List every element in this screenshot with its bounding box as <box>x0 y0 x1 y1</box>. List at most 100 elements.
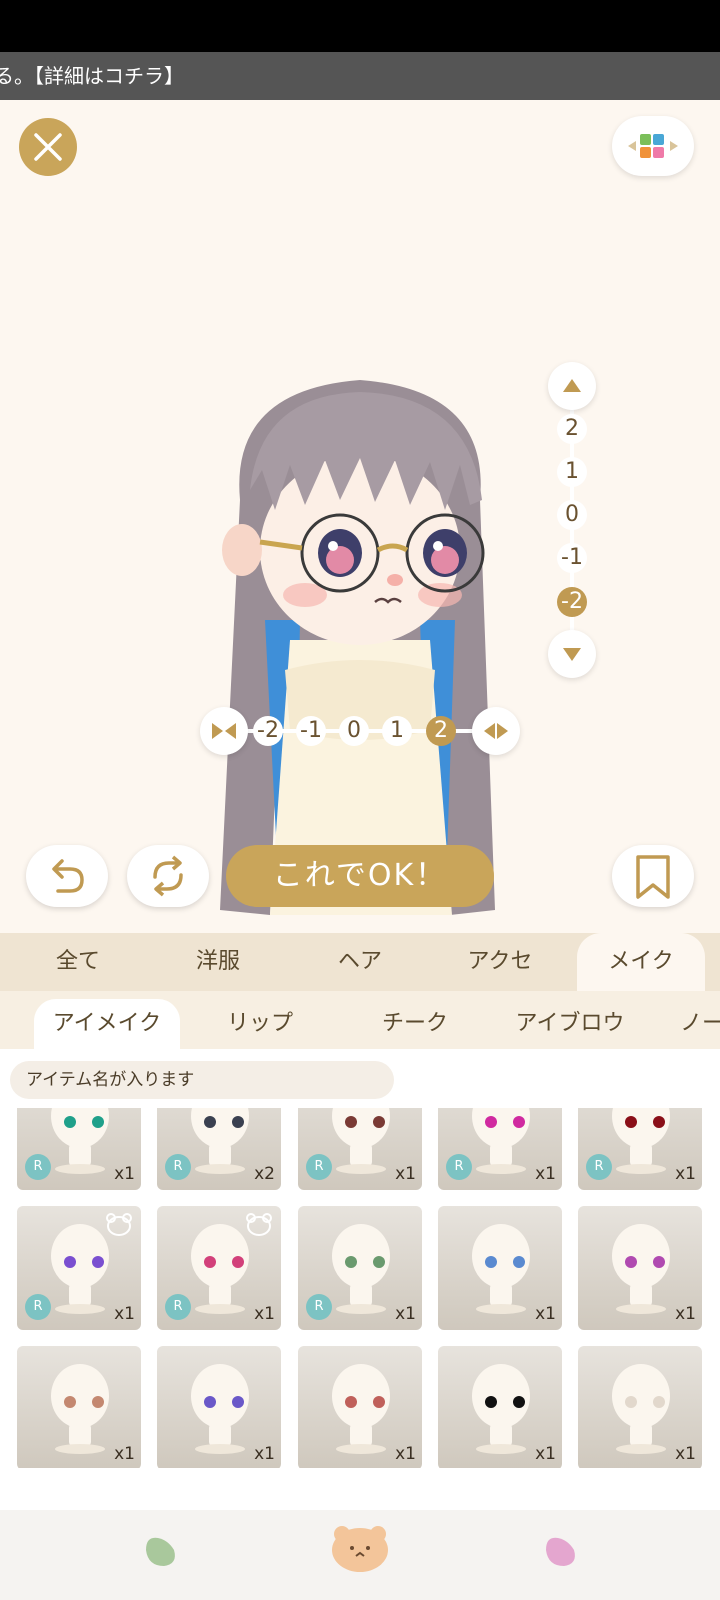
rarity-badge: R <box>306 1154 332 1180</box>
v-tick-1[interactable]: 1 <box>557 457 587 487</box>
item-card[interactable]: x1 <box>438 1206 562 1330</box>
eye-swatch <box>625 1116 637 1128</box>
mannequin-base <box>616 1304 666 1314</box>
green-jellybean-icon[interactable] <box>138 1528 182 1572</box>
tab-makeup[interactable]: メイク <box>577 933 705 991</box>
rarity-badge: R <box>446 1154 472 1180</box>
arrows-inward-icon <box>212 723 236 739</box>
item-card[interactable]: x1 <box>298 1346 422 1468</box>
eye-swatch <box>204 1256 216 1268</box>
mannequin-neck <box>350 1144 372 1166</box>
mannequin-head <box>332 1108 390 1148</box>
eye-swatch <box>373 1256 385 1268</box>
bottom-navigation <box>0 1510 720 1600</box>
item-card[interactable]: Rx1 <box>17 1108 141 1190</box>
bear-outline-icon <box>246 1213 272 1236</box>
mannequin-base <box>616 1164 666 1174</box>
mannequin-neck <box>630 1144 652 1166</box>
item-quantity: x1 <box>114 1164 135 1184</box>
mannequin-base <box>476 1304 526 1314</box>
tab-clothes[interactable]: 洋服 <box>150 933 286 991</box>
item-card[interactable]: Rx1 <box>438 1108 562 1190</box>
arrows-outward-icon <box>484 723 508 739</box>
mannequin-base <box>476 1164 526 1174</box>
mannequin-base <box>336 1164 386 1174</box>
tab-all[interactable]: 全て <box>10 933 146 991</box>
close-button[interactable] <box>19 118 77 176</box>
subtab-eyebrow[interactable]: アイブロウ <box>500 999 640 1049</box>
item-card[interactable]: x1 <box>578 1206 702 1330</box>
mannequin-base <box>195 1444 245 1454</box>
pink-jellybean-icon[interactable] <box>538 1528 582 1572</box>
news-ticker[interactable]: る。【詳細はコチラ】 <box>0 52 720 100</box>
item-quantity: x1 <box>675 1164 696 1184</box>
v-tick-minus-1[interactable]: -1 <box>557 543 587 573</box>
item-card[interactable]: Rx1 <box>17 1206 141 1330</box>
layout-toggle-button[interactable] <box>612 116 694 176</box>
subtab-eye-makeup[interactable]: アイメイク <box>34 999 180 1049</box>
mannequin-neck <box>490 1284 512 1306</box>
mannequin-neck <box>350 1284 372 1306</box>
triangle-down-icon <box>563 648 581 661</box>
narrow-button[interactable] <box>200 707 248 755</box>
mannequin-neck <box>209 1284 231 1306</box>
bookmark-button[interactable] <box>612 845 694 907</box>
mannequin-base <box>195 1164 245 1174</box>
rarity-badge: R <box>165 1294 191 1320</box>
mannequin-base <box>616 1444 666 1454</box>
item-card[interactable]: Rx1 <box>298 1108 422 1190</box>
eye-swatch <box>64 1116 76 1128</box>
horizontal-spacing-slider[interactable]: -2 -1 0 1 2 <box>200 707 522 755</box>
bear-outline-icon <box>106 1213 132 1236</box>
eye-swatch <box>485 1396 497 1408</box>
tab-hair[interactable]: ヘア <box>292 933 428 991</box>
v-tick-0[interactable]: 0 <box>557 500 587 530</box>
eye-swatch <box>204 1116 216 1128</box>
item-card[interactable]: x1 <box>438 1346 562 1468</box>
h-tick-minus-1[interactable]: -1 <box>296 716 326 746</box>
h-tick-0[interactable]: 0 <box>339 716 369 746</box>
item-card[interactable]: Rx2 <box>157 1108 281 1190</box>
h-tick-minus-2[interactable]: -2 <box>253 716 283 746</box>
move-down-button[interactable] <box>548 630 596 678</box>
subtab-cheek[interactable]: チーク <box>345 999 485 1049</box>
rotate-button[interactable] <box>127 845 209 907</box>
item-card[interactable]: x1 <box>157 1346 281 1468</box>
subtab-nose[interactable]: ノー <box>680 999 720 1049</box>
confirm-ok-button[interactable]: これでOK！ <box>226 845 494 907</box>
h-tick-2-selected[interactable]: 2 <box>426 716 456 746</box>
eye-swatch <box>485 1116 497 1128</box>
item-card[interactable]: x1 <box>578 1346 702 1468</box>
item-quantity: x1 <box>395 1444 416 1464</box>
item-name-field: アイテム名が入ります <box>10 1061 394 1099</box>
mannequin-neck <box>69 1424 91 1446</box>
mannequin-neck <box>209 1424 231 1446</box>
move-up-button[interactable] <box>548 362 596 410</box>
item-quantity: x1 <box>254 1444 275 1464</box>
category-tabs: 全て 洋服 ヘア アクセ メイク <box>0 933 720 991</box>
tab-accessories[interactable]: アクセ <box>432 933 568 991</box>
v-tick-2[interactable]: 2 <box>557 414 587 444</box>
item-card[interactable]: x1 <box>17 1346 141 1468</box>
subtab-lip[interactable]: リップ <box>190 999 330 1049</box>
eye-swatch <box>92 1396 104 1408</box>
item-quantity: x1 <box>114 1444 135 1464</box>
eye-swatch <box>232 1116 244 1128</box>
item-quantity: x1 <box>114 1304 135 1324</box>
item-card[interactable]: Rx1 <box>578 1108 702 1190</box>
item-card[interactable]: Rx1 <box>298 1206 422 1330</box>
h-tick-1[interactable]: 1 <box>382 716 412 746</box>
eye-swatch <box>64 1256 76 1268</box>
widen-button[interactable] <box>472 707 520 755</box>
mannequin-base <box>55 1304 105 1314</box>
v-tick-minus-2-selected[interactable]: -2 <box>557 587 587 617</box>
undo-button[interactable] <box>26 845 108 907</box>
item-quantity: x1 <box>254 1304 275 1324</box>
rarity-badge: R <box>25 1294 51 1320</box>
item-card[interactable]: Rx1 <box>157 1206 281 1330</box>
bear-face-icon[interactable] <box>330 1522 390 1574</box>
vertical-position-slider[interactable]: 2 1 0 -1 -2 <box>548 362 596 682</box>
mannequin-base <box>336 1304 386 1314</box>
item-quantity: x1 <box>535 1164 556 1184</box>
mannequin-base <box>476 1444 526 1454</box>
